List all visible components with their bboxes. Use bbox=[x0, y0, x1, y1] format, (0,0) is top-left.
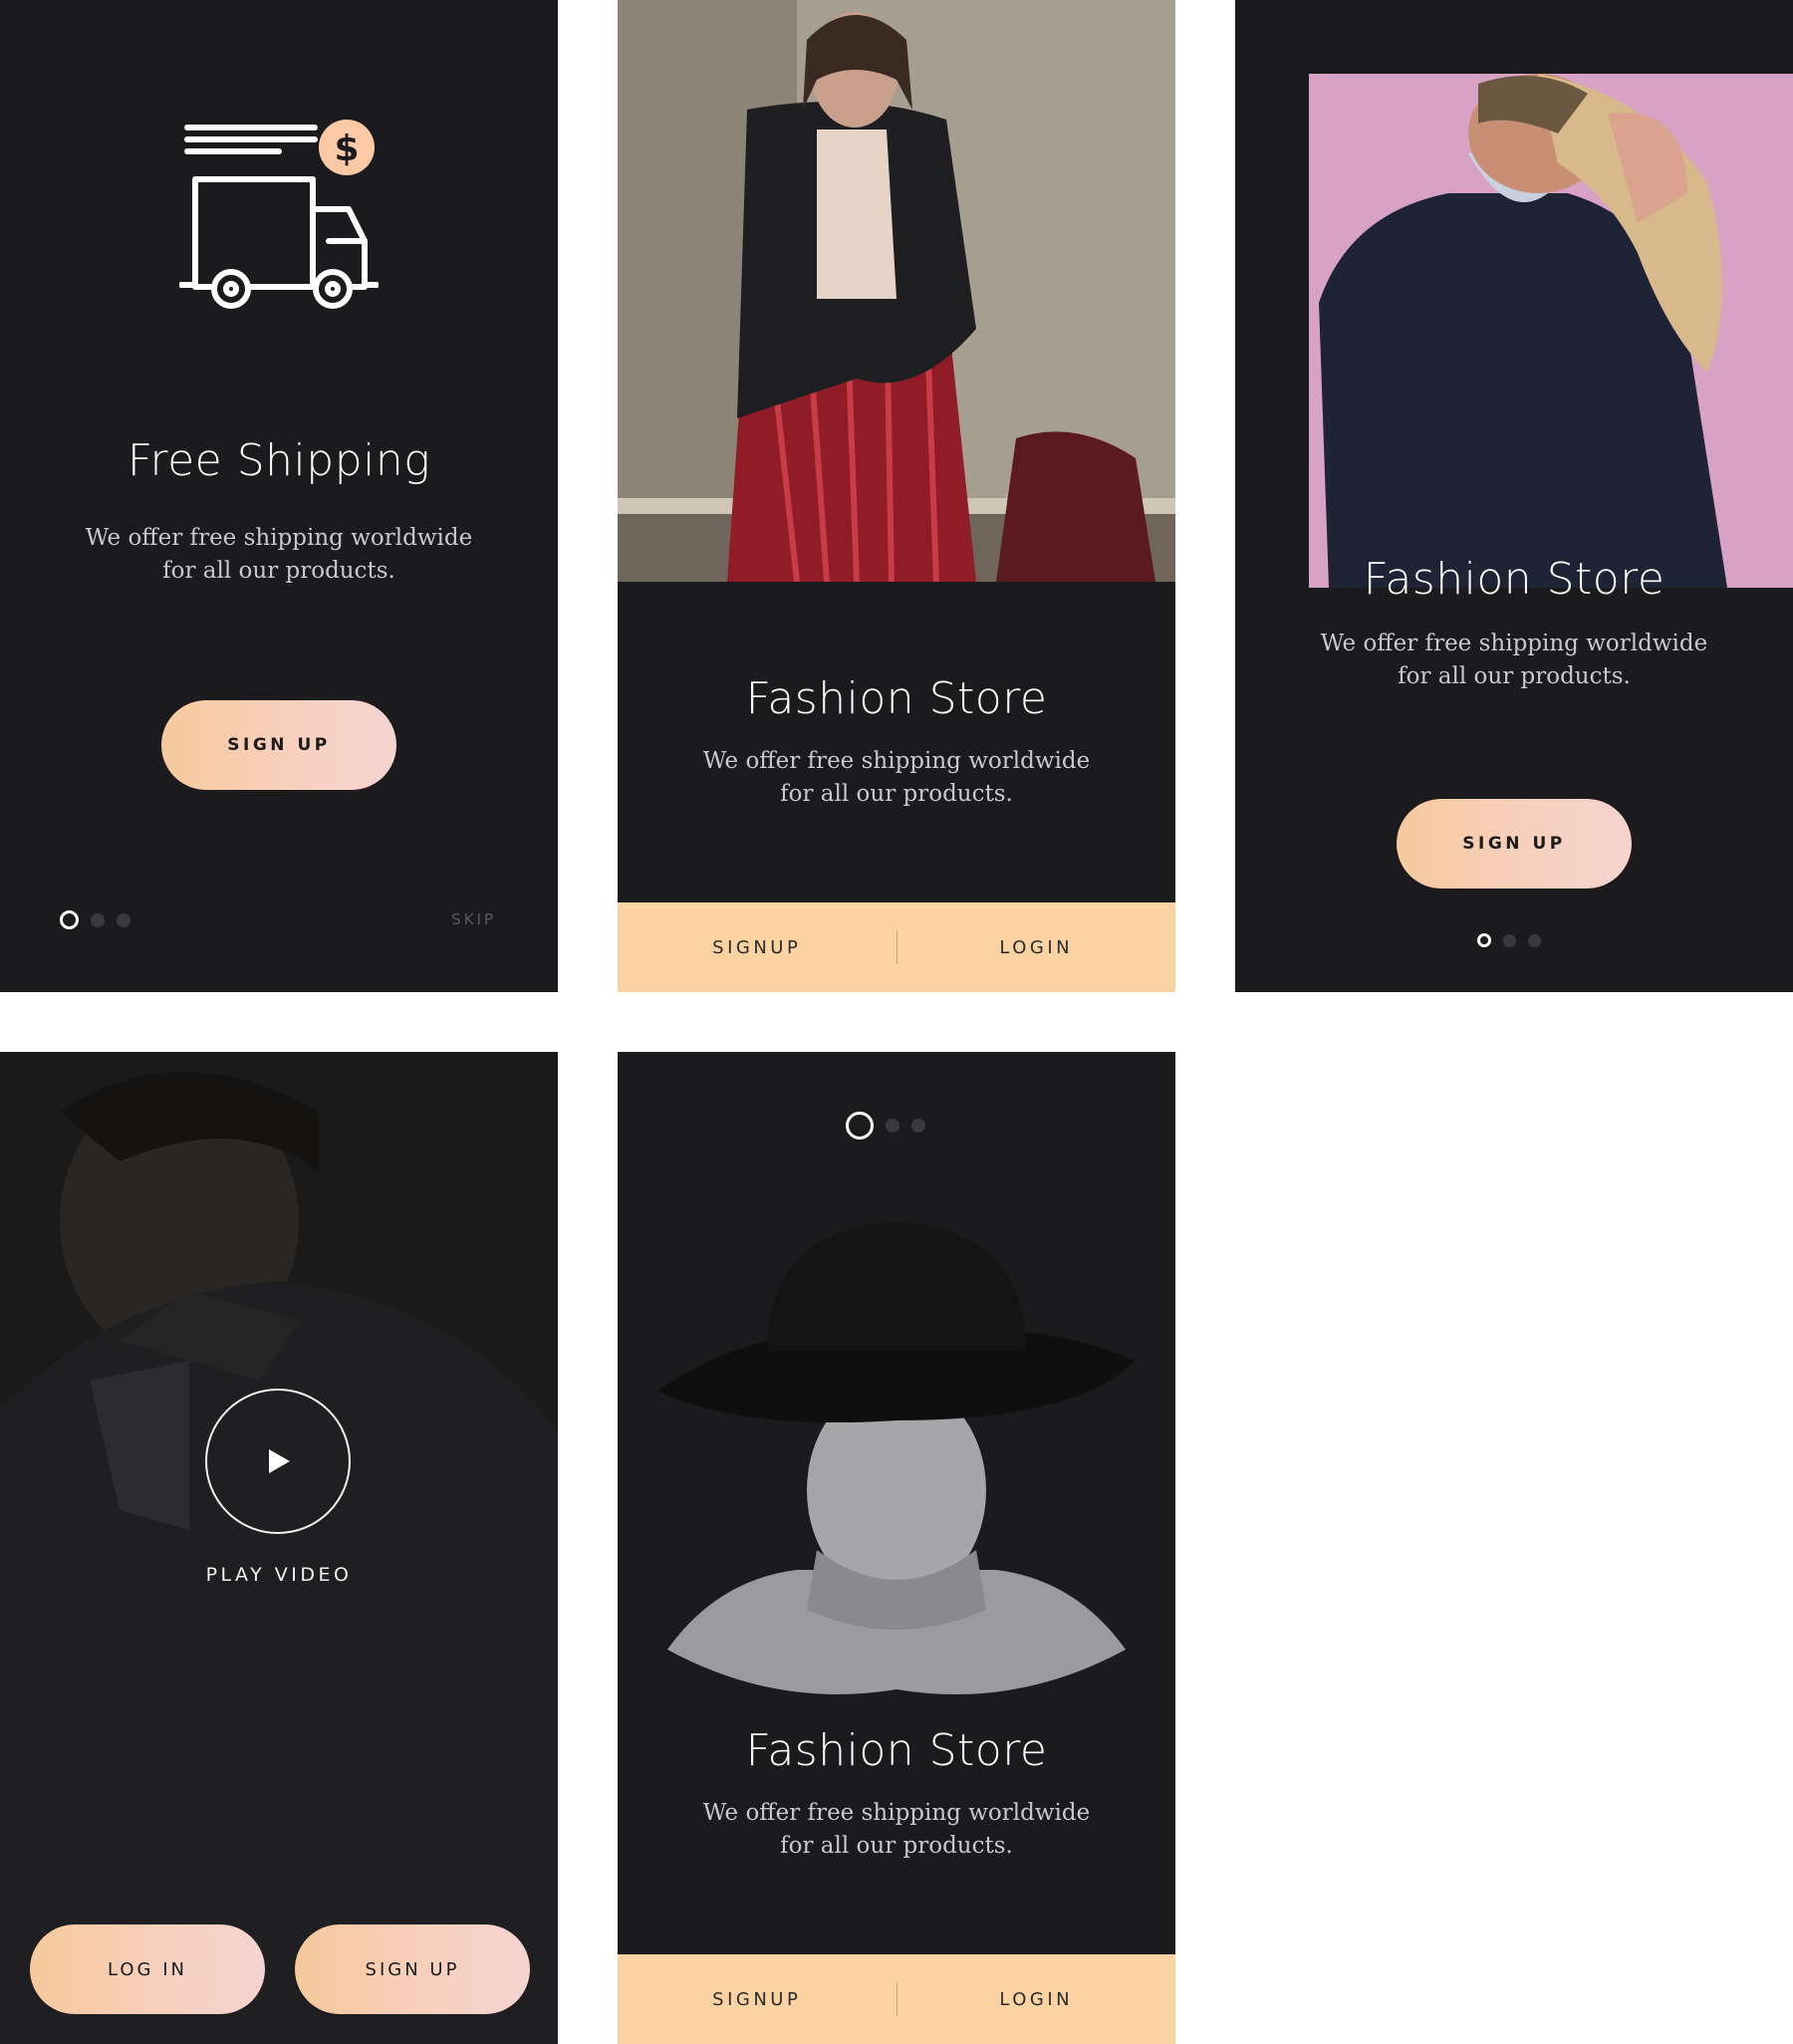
sign-up-button[interactable]: SIGN UP bbox=[161, 700, 396, 790]
page-dot-active[interactable] bbox=[1477, 933, 1491, 947]
pagination-dots bbox=[60, 910, 130, 929]
page-dot[interactable] bbox=[886, 1119, 899, 1133]
description-line-2: for all our products. bbox=[162, 558, 395, 584]
screen-description: We offer free shipping worldwide for all… bbox=[1295, 628, 1733, 693]
screen-description: We offer free shipping worldwide for all… bbox=[677, 1797, 1116, 1863]
video-intro-screen: PLAY VIDEO LOG IN SIGN UP bbox=[0, 1052, 558, 2044]
description-line-1: We offer free shipping worldwide bbox=[85, 525, 473, 551]
model-photo bbox=[1309, 74, 1793, 588]
sign-up-button[interactable]: SIGN UP bbox=[295, 1924, 530, 2014]
auth-bottom-bar: SIGNUP LOGIN bbox=[618, 902, 1175, 992]
free-shipping-screen: $ Free Shipping We offer free shipping w… bbox=[0, 0, 558, 992]
play-video-button[interactable] bbox=[205, 1389, 351, 1534]
description-line-1: We offer free shipping worldwide bbox=[702, 1800, 1091, 1826]
screen-title: Fashion Store bbox=[745, 673, 1048, 724]
play-icon bbox=[269, 1449, 290, 1473]
page-dot[interactable] bbox=[1503, 933, 1516, 947]
page-dot[interactable] bbox=[91, 912, 105, 927]
log-in-button[interactable]: LOG IN bbox=[30, 1924, 265, 2014]
page-dot-active[interactable] bbox=[60, 910, 79, 929]
background-video-still bbox=[0, 1052, 558, 2044]
svg-text:$: $ bbox=[334, 128, 359, 169]
screen-description: We offer free shipping worldwide for all… bbox=[60, 522, 498, 588]
page-dot[interactable] bbox=[117, 912, 130, 927]
description-line-2: for all our products. bbox=[780, 1833, 1013, 1859]
fashion-store-pink-screen: Fashion Store We offer free shipping wor… bbox=[1235, 0, 1793, 992]
play-video-label: PLAY VIDEO bbox=[205, 1564, 353, 1586]
signup-tab[interactable]: SIGNUP bbox=[618, 937, 896, 958]
model-photo bbox=[657, 1191, 1136, 1749]
description-line-2: for all our products. bbox=[780, 781, 1013, 807]
sign-up-button[interactable]: SIGN UP bbox=[1397, 799, 1632, 889]
pagination-dots bbox=[846, 1112, 925, 1140]
screen-title: Free Shipping bbox=[127, 435, 431, 486]
page-dot-active[interactable] bbox=[846, 1112, 874, 1140]
screen-title: Fashion Store bbox=[1363, 554, 1665, 605]
delivery-truck-icon: $ bbox=[178, 118, 380, 317]
fashion-store-screen: Fashion Store We offer free shipping wor… bbox=[618, 0, 1175, 992]
description-line-1: We offer free shipping worldwide bbox=[702, 748, 1091, 774]
skip-link[interactable]: SKIP bbox=[451, 910, 496, 928]
description-line-1: We offer free shipping worldwide bbox=[1320, 631, 1708, 656]
page-dot[interactable] bbox=[1528, 933, 1541, 947]
description-line-2: for all our products. bbox=[1398, 663, 1631, 689]
screen-title: Fashion Store bbox=[745, 1725, 1048, 1776]
screen-description: We offer free shipping worldwide for all… bbox=[677, 745, 1116, 811]
auth-bottom-bar: SIGNUP LOGIN bbox=[618, 1954, 1175, 2044]
page-dot[interactable] bbox=[911, 1119, 925, 1133]
fashion-store-hat-screen: Fashion Store We offer free shipping wor… bbox=[618, 1052, 1175, 2044]
model-photo bbox=[618, 0, 1175, 582]
login-tab[interactable]: LOGIN bbox=[897, 1989, 1176, 2010]
login-tab[interactable]: LOGIN bbox=[897, 937, 1176, 958]
signup-tab[interactable]: SIGNUP bbox=[618, 1989, 896, 2010]
pagination-dots bbox=[1477, 933, 1541, 947]
